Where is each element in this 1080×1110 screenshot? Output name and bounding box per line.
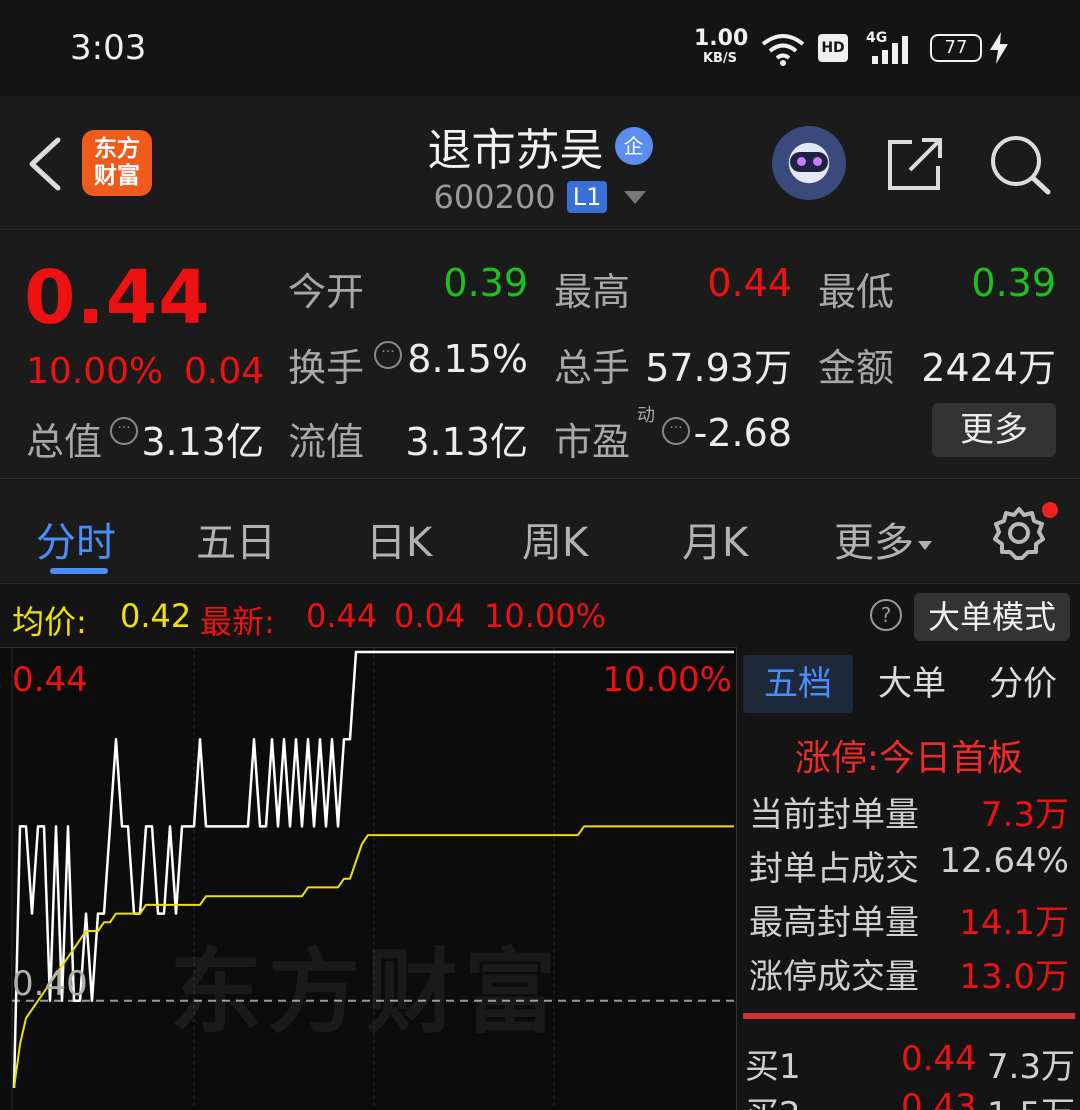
help-icon[interactable]: ? (870, 599, 902, 631)
pe-dynamic-mark: 动 (637, 405, 655, 426)
change-percent: 10.00% (26, 351, 164, 392)
quote-panel: 0.44 10.00% 0.04 今开 0.39 最高 0.44 最低 0.39… (0, 231, 1080, 479)
more-button[interactable]: 更多 (932, 403, 1056, 457)
amount-value: 2424万 (921, 346, 1056, 390)
low-value: 0.39 (971, 261, 1056, 305)
tab-weekly-k[interactable]: 周K (522, 510, 588, 568)
open-value: 0.39 (443, 261, 528, 305)
y-tick-top: 0.44 (12, 660, 88, 700)
high-label: 最高 (554, 270, 631, 314)
charging-icon (990, 32, 1008, 64)
y-tick-mid: 0.40 (12, 964, 88, 1004)
amount-label: 金额 (818, 346, 895, 390)
wifi-icon (761, 34, 805, 66)
tab-monthly-k[interactable]: 月K (682, 510, 748, 568)
tab-five-level[interactable]: 五档 (743, 655, 853, 713)
open-label: 今开 (288, 270, 365, 314)
chart-legend: 均价: 0.42 最新: 0.44 0.04 10.00% ? 大单模式 (0, 585, 1080, 647)
gear-icon[interactable] (992, 506, 1046, 560)
change-amount: 0.04 (184, 351, 265, 392)
max-seal-volume-row: 最高封单量 14.1万 (749, 903, 1069, 943)
y-tick-top-pct: 10.00% (602, 660, 732, 700)
big-order-mode-button[interactable]: 大单模式 (914, 593, 1070, 641)
float-value: 3.13亿 (405, 420, 528, 464)
tab-underline (50, 568, 108, 574)
volume-value: 57.93万 (645, 346, 792, 390)
tab-more[interactable]: 更多 (834, 510, 932, 568)
tab-daily-k[interactable]: 日K (366, 510, 432, 568)
network-speed: 1.00 KB/S (694, 26, 749, 66)
seal-volume-row: 当前封单量 7.3万 (749, 795, 1069, 835)
enterprise-badge: 企 (614, 127, 653, 165)
current-price: 0.44 (24, 255, 211, 341)
mktcap-label: 总值 (26, 420, 103, 464)
level-badge: L1 (566, 181, 608, 213)
order-book-panel: 五档 大单 分价 涨停:今日首板 当前封单量 7.3万 封单占成交 12.64% 最… (736, 647, 1080, 1110)
seal-ratio-row: 封单占成交 12.64% (749, 841, 1069, 889)
share-icon[interactable] (886, 136, 946, 192)
info-icon[interactable]: ··· (110, 417, 138, 445)
high-value: 0.44 (707, 261, 792, 305)
avg-label: 均价: (12, 603, 87, 641)
bid-row: 买1 0.44 7.3万 (745, 1039, 1075, 1087)
stock-code: 600200 (433, 178, 556, 216)
turnover-value: 8.15% (407, 337, 528, 381)
float-label: 流值 (288, 420, 365, 464)
watermark: 东方财富 (170, 939, 563, 1046)
battery-icon: 77 (930, 34, 982, 62)
stock-header: 东方 财富 退市苏吴 企 600200 L1 (0, 96, 1080, 230)
volume-label: 总手 (554, 346, 631, 390)
latest-change: 0.04 (394, 597, 466, 635)
assistant-avatar[interactable] (772, 126, 846, 200)
hd-icon: HD (818, 34, 848, 62)
mktcap-value: 3.13亿 (141, 420, 264, 464)
signal-icon (872, 36, 908, 64)
stock-name: 退市苏吴 (427, 125, 604, 176)
latest-value: 0.44 (306, 597, 378, 635)
status-bar: 3:03 1.00 KB/S HD 4G 77 (0, 0, 1080, 96)
notification-dot (1042, 502, 1058, 518)
intraday-chart[interactable]: 东方财富 0.44 10.00% 0.40 (0, 647, 736, 1110)
tab-intraday[interactable]: 分时 (36, 510, 116, 568)
tab-big-order[interactable]: 大单 (859, 655, 965, 713)
search-icon[interactable] (988, 134, 1052, 196)
chevron-down-icon[interactable] (624, 190, 647, 204)
tab-five-day[interactable]: 五日 (196, 510, 276, 568)
avg-value: 0.42 (120, 597, 192, 635)
turnover-label: 换手 (288, 346, 365, 390)
latest-label: 最新: (200, 603, 275, 641)
tab-price-distribution[interactable]: 分价 (969, 655, 1077, 713)
chart-tabs: 分时 五日 日K 周K 月K 更多 (0, 480, 1080, 584)
info-icon[interactable]: ··· (374, 341, 402, 369)
pe-value: -2.68 (693, 411, 792, 455)
latest-change-pct: 10.00% (484, 597, 607, 635)
status-time: 3:03 (70, 28, 147, 68)
pe-label: 市盈 (554, 420, 631, 464)
divider (743, 1013, 1075, 1019)
chevron-down-icon (918, 540, 932, 550)
info-icon[interactable]: ··· (662, 417, 690, 445)
low-label: 最低 (818, 270, 895, 314)
bid-row: 买2 0.43 1.5万 (745, 1087, 1075, 1110)
limit-up-volume-row: 涨停成交量 13.0万 (749, 957, 1069, 997)
limit-up-title: 涨停:今日首板 (794, 738, 1024, 779)
